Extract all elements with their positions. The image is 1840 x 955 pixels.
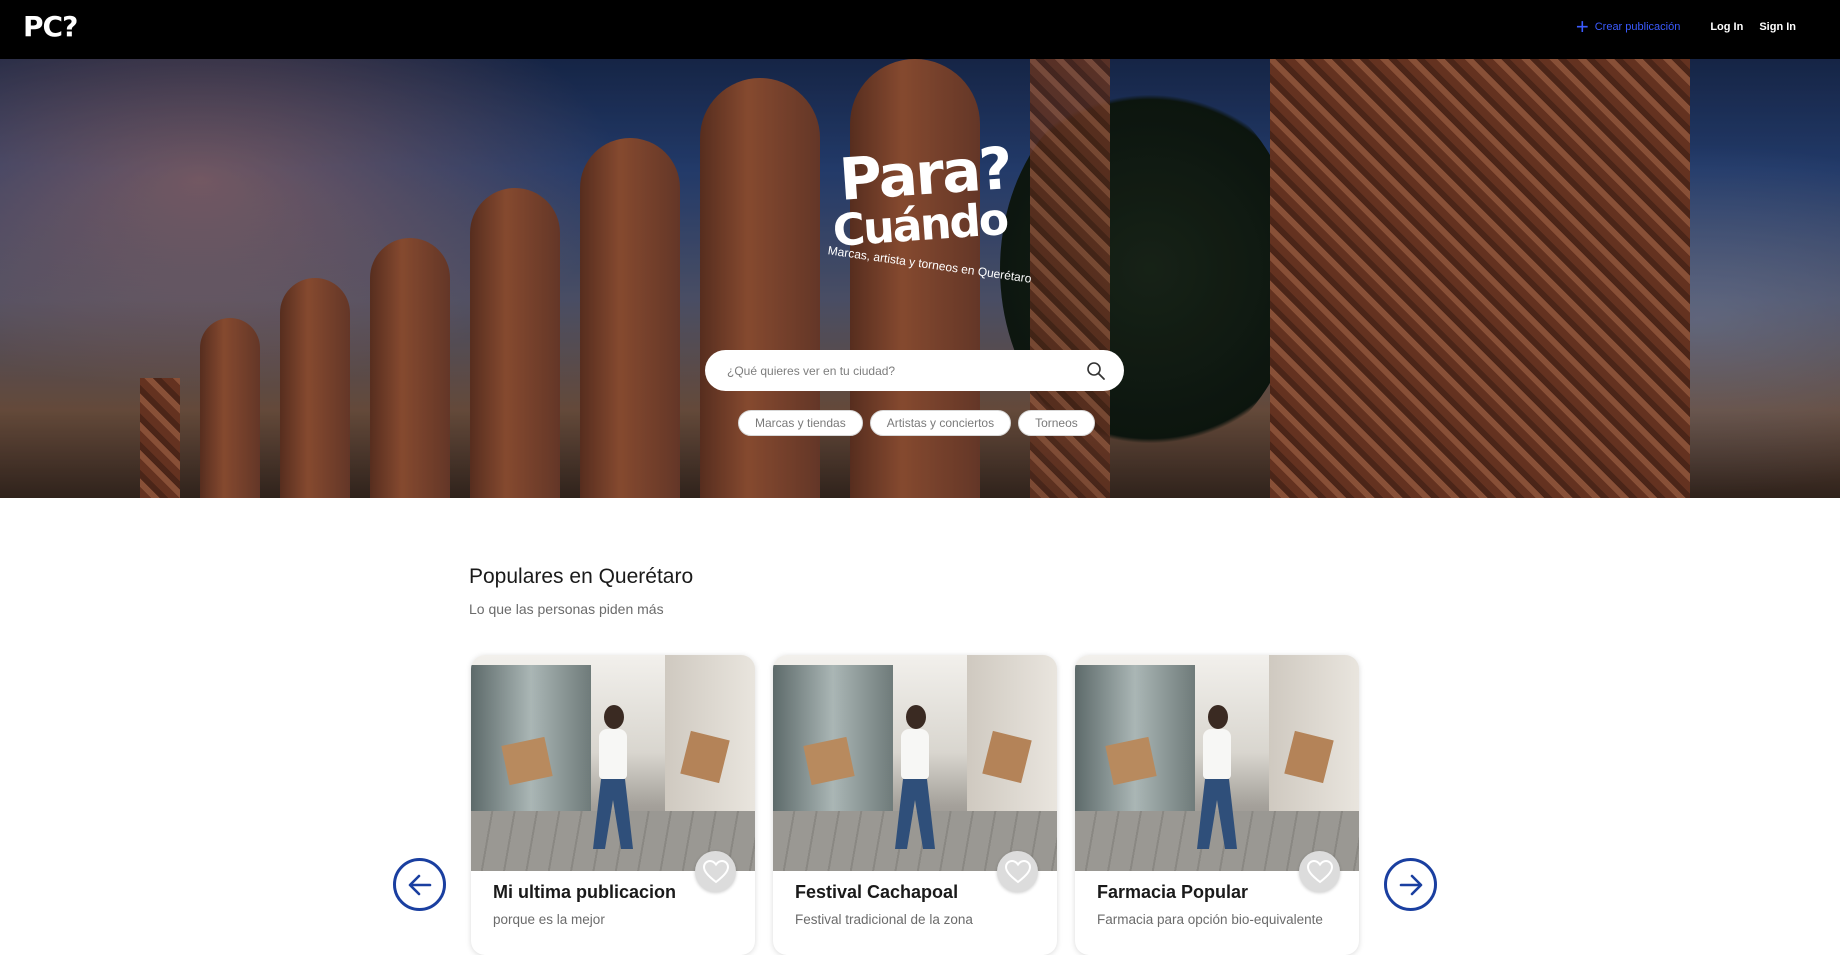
post-card-description: Farmacia para opción bio-equivalente <box>1097 912 1323 927</box>
navbar-actions: + Crear publicación Log In Sign In <box>1576 16 1796 38</box>
arrow-right-icon <box>1399 874 1422 895</box>
favorite-button[interactable] <box>1299 851 1340 892</box>
section-title: Populares en Querétaro <box>469 565 694 588</box>
arrow-left-icon <box>408 874 431 895</box>
heart-icon <box>1306 859 1333 883</box>
plus-icon: + <box>1575 14 1589 39</box>
card-image-part <box>1208 705 1228 729</box>
post-card[interactable]: Mi ultima publicacion porque es la mejor <box>471 655 755 955</box>
chip-brands-stores[interactable]: Marcas y tiendas <box>738 410 863 436</box>
post-card-image <box>471 655 755 871</box>
card-image-part <box>901 729 929 779</box>
card-image-part <box>604 705 624 729</box>
post-card-description: Festival tradicional de la zona <box>795 912 973 927</box>
heart-icon <box>702 859 729 883</box>
card-image-part <box>599 729 627 779</box>
login-button[interactable]: Log In <box>1710 21 1743 33</box>
top-navbar: PC? + Crear publicación Log In Sign In <box>0 0 1840 59</box>
favorite-button[interactable] <box>997 851 1038 892</box>
signin-button[interactable]: Sign In <box>1759 21 1796 33</box>
hero-brand-logo: Para? Cuándo Marcas, artista y torneos e… <box>825 134 1032 286</box>
card-image-part <box>906 705 926 729</box>
search-input[interactable] <box>727 363 1086 378</box>
heart-icon <box>1004 859 1031 883</box>
carousel-next-button[interactable] <box>1384 858 1437 911</box>
favorite-button[interactable] <box>695 851 736 892</box>
post-card[interactable]: Festival Cachapoal Festival tradicional … <box>773 655 1057 955</box>
post-card-title: Farmacia Popular <box>1097 882 1249 902</box>
search-bar <box>705 350 1124 391</box>
post-card-title: Festival Cachapoal <box>795 882 959 902</box>
popular-carousel: Mi ultima publicacion porque es la mejor… <box>471 655 1359 955</box>
post-card-title: Mi ultima publicacion <box>493 882 677 902</box>
category-chips: Marcas y tiendas Artistas y conciertos T… <box>738 410 1095 436</box>
post-card-image <box>773 655 1057 871</box>
search-icon[interactable] <box>1086 361 1106 381</box>
card-image-part <box>1203 729 1231 779</box>
post-card-image <box>1075 655 1359 871</box>
section-subtitle: Lo que las personas piden más <box>469 601 664 617</box>
create-publication-link[interactable]: + Crear publicación <box>1576 16 1680 38</box>
post-card-description: porque es la mejor <box>493 912 605 927</box>
carousel-prev-button[interactable] <box>393 858 446 911</box>
site-logo[interactable]: PC? <box>23 10 78 43</box>
chip-artists-concerts[interactable]: Artistas y conciertos <box>869 410 1012 436</box>
chip-tournaments[interactable]: Torneos <box>1018 410 1095 436</box>
post-card[interactable]: Farmacia Popular Farmacia para opción bi… <box>1075 655 1359 955</box>
create-publication-label: Crear publicación <box>1594 21 1681 33</box>
